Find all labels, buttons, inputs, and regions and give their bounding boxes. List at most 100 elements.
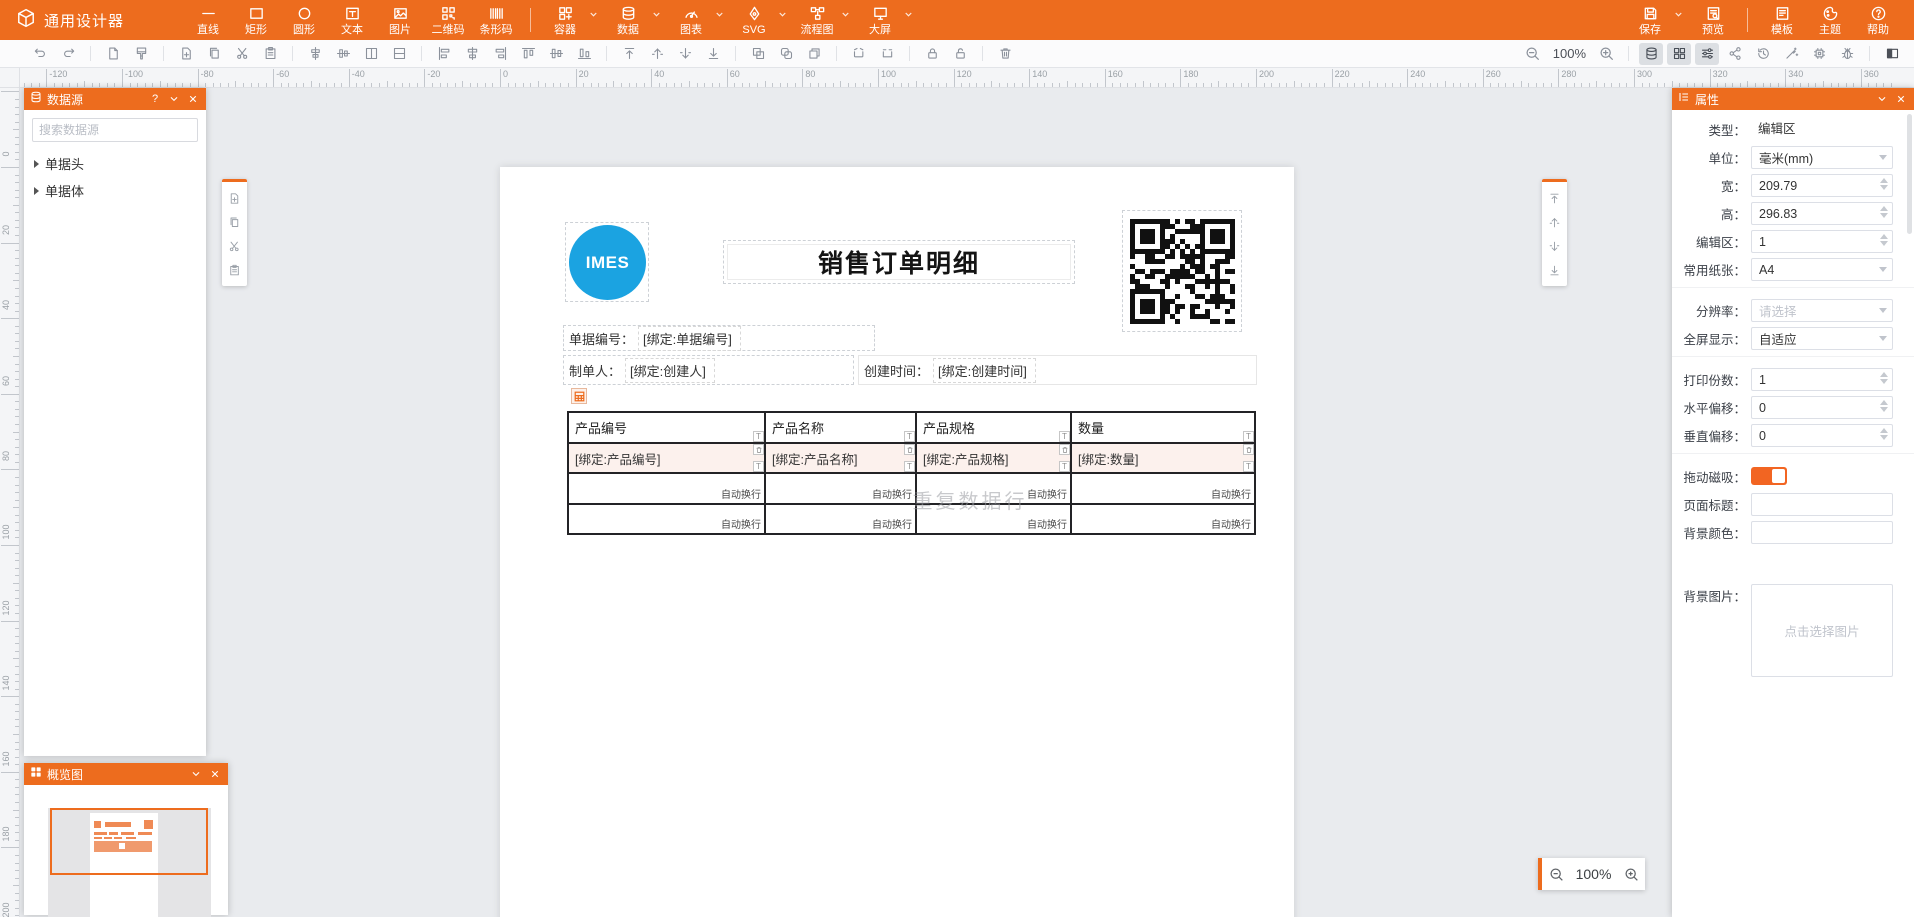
table-autowrap-cell[interactable]: 自动换行 [765,473,916,504]
bug-button[interactable] [1835,43,1859,65]
move-up-button[interactable] [1544,210,1565,234]
delete-binding-icon[interactable] [753,444,764,455]
align-center-button[interactable] [460,43,484,65]
trash-button[interactable] [993,43,1017,65]
collapse-icon[interactable] [189,767,203,781]
align-bottom-button[interactable] [572,43,596,65]
table-header-cell[interactable]: 产品编号T [568,412,765,443]
chevron-down-icon[interactable] [778,6,787,24]
prop-number-input[interactable]: 1 [1751,368,1893,391]
text-style-badge[interactable]: T [753,461,764,472]
nodes-button[interactable] [1723,43,1747,65]
paste-button[interactable] [258,43,282,65]
prop-text-input[interactable] [1751,521,1893,544]
logo-element[interactable]: IMES [565,222,649,302]
zoom-in-button[interactable] [1617,867,1645,882]
db-button[interactable] [1639,43,1663,65]
step-up-icon[interactable] [1880,428,1888,433]
tree-item-单据头[interactable]: 单据头 [24,152,206,175]
history-button[interactable] [1751,43,1775,65]
step-down-icon[interactable] [1880,213,1888,218]
paste-button[interactable] [224,258,245,282]
chevron-down-icon[interactable] [589,6,598,24]
text-style-badge[interactable]: T [1243,431,1254,442]
background-image-picker[interactable]: 点击选择图片 [1751,584,1893,677]
datasource-search-input[interactable] [32,118,198,142]
send-to-back-button[interactable] [1544,258,1565,282]
align-left-button[interactable] [432,43,456,65]
copy-button[interactable] [224,210,245,234]
center-h-button[interactable] [331,43,355,65]
product-table[interactable]: 产品编号T产品名称T产品规格T数量T[绑定:产品编号]T[绑定:产品名称]T[绑… [567,411,1256,535]
zoom-out-button[interactable] [1542,867,1570,882]
step-down-icon[interactable] [1880,435,1888,440]
table-binding-cell[interactable]: [绑定:产品编号]T [568,443,765,473]
table-autowrap-cell[interactable]: 自动换行 [916,473,1071,504]
text-style-badge[interactable]: T [904,461,915,472]
scissors-button[interactable] [230,43,254,65]
undo-button[interactable] [28,43,52,65]
collapse-icon[interactable] [167,92,181,106]
tree-item-单据体[interactable]: 单据体 [24,179,206,202]
split-h-button[interactable] [387,43,411,65]
tool-大屏[interactable]: 大屏 [856,0,904,40]
blocks-button[interactable] [1667,43,1691,65]
text-style-badge[interactable]: T [1059,461,1070,472]
qrcode-element[interactable] [1122,210,1242,332]
step-down-icon[interactable] [1880,241,1888,246]
drag-snap-toggle[interactable] [1751,467,1787,485]
zoom-out-button[interactable] [1521,43,1545,65]
prop-text-input[interactable] [1751,493,1893,516]
field-row-creator[interactable]: 制单人： [绑定:创建人] [563,355,854,385]
arr-down-button[interactable] [673,43,697,65]
tool-圆形[interactable]: 圆形 [280,0,328,40]
模板-button[interactable]: 模板 [1758,0,1806,40]
close-icon[interactable] [208,767,222,781]
close-icon[interactable] [186,92,200,106]
prop-number-input[interactable]: 0 [1751,396,1893,419]
table-binding-cell[interactable]: [绑定:数量]T [1071,443,1255,473]
title-element[interactable]: 销售订单明细 [723,240,1075,284]
chevron-down-icon[interactable] [1674,6,1683,24]
number-stepper[interactable] [1880,234,1888,246]
field-binding-value[interactable]: [绑定:创建时间] [933,358,1036,383]
chevron-down-icon[interactable] [904,6,913,24]
主题-button[interactable]: 主题 [1806,0,1854,40]
table-header-cell[interactable]: 产品规格T [916,412,1071,443]
prop-select[interactable]: A4 [1751,258,1893,281]
text-style-badge[interactable]: T [904,431,915,442]
step-down-icon[interactable] [1880,185,1888,190]
tool-条形码[interactable]: 条形码 [472,0,520,40]
table-autowrap-cell[interactable]: 自动换行 [916,504,1071,534]
保存-button[interactable]: 保存 [1626,0,1674,40]
align-middle-button[interactable] [544,43,568,65]
add-page-button[interactable] [224,186,245,210]
zoom-in-button[interactable] [1594,43,1618,65]
arr-up-button[interactable] [645,43,669,65]
table-header-cell[interactable]: 数量T [1071,412,1255,443]
prop-number-input[interactable]: 296.83 [1751,202,1893,225]
bring-to-front-button[interactable] [1544,186,1565,210]
tool-图片[interactable]: 图片 [376,0,424,40]
text-style-badge[interactable]: T [1059,431,1070,442]
datasource-help-button[interactable]: ? [148,92,162,106]
layout-button[interactable] [1880,43,1904,65]
overview-viewport-rect[interactable] [50,808,208,875]
step-down-icon[interactable] [1880,407,1888,412]
prop-number-input[interactable]: 1 [1751,230,1893,253]
step-up-icon[interactable] [1880,206,1888,211]
tool-文本[interactable]: 文本 [328,0,376,40]
field-row-createtime[interactable]: 创建时间： [绑定:创建时间] [858,355,1257,385]
number-stepper[interactable] [1880,206,1888,218]
combine-button[interactable] [802,43,826,65]
预览-button[interactable]: 预览 [1689,0,1737,40]
tree-expand-icon[interactable] [34,187,39,195]
tool-矩形[interactable]: 矩形 [232,0,280,40]
prop-number-input[interactable]: 209.79 [1751,174,1893,197]
table-autowrap-cell[interactable]: 自动换行 [1071,473,1255,504]
move-down-button[interactable] [1544,234,1565,258]
sliders-button[interactable] [1695,43,1719,65]
prop-select[interactable]: 毫米(mm) [1751,146,1893,169]
prop-number-input[interactable]: 0 [1751,424,1893,447]
chip-button[interactable] [1807,43,1831,65]
